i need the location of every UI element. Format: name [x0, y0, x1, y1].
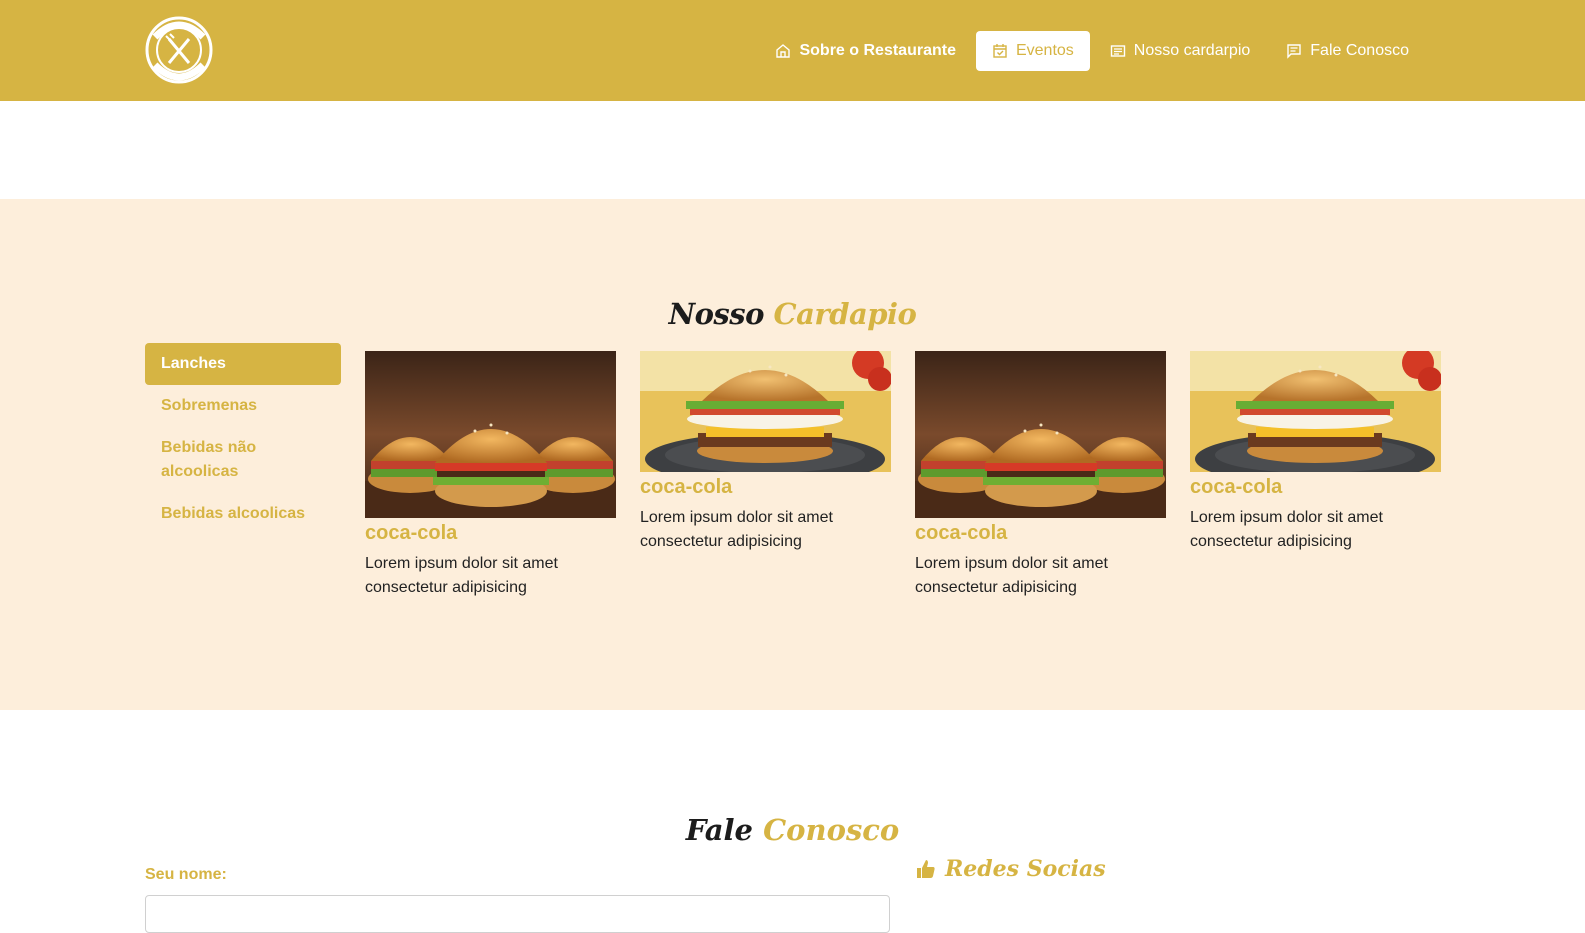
category-bebidas-alcoolicas[interactable]: Bebidas alcoolicas: [145, 493, 341, 535]
item-name: coca-cola: [365, 522, 458, 544]
name-field-label: Seu nome:: [145, 866, 227, 883]
nav-item-sobre[interactable]: Sobre o Restaurante: [759, 31, 971, 71]
burger-egg-image: [640, 351, 891, 472]
thumbs-up-icon: [917, 860, 935, 878]
menu-title: Nosso Cardapio: [668, 297, 917, 331]
category-sidebar: Lanches Sobremenas Bebidas não alcoolica…: [145, 343, 341, 535]
item-description: Lorem ipsum dolor sit amet consectetur a…: [365, 555, 558, 596]
nav-label: Eventos: [1015, 42, 1074, 59]
category-lanches[interactable]: Lanches: [145, 343, 341, 385]
main-nav: Sobre o Restaurante Eventos Nosso cardar…: [759, 31, 1425, 71]
message-icon: [1287, 44, 1301, 59]
calendar-icon: [993, 44, 1007, 58]
menu-section: Nosso Cardapio Lanches Sobremenas Bebida…: [0, 199, 1585, 710]
nav-item-eventos[interactable]: Eventos: [975, 31, 1090, 71]
menu-card[interactable]: coca-cola Lorem ipsum dolor sit amet con…: [1190, 351, 1441, 554]
list-icon: [1110, 45, 1125, 57]
social-title: Redes Socias: [945, 856, 1106, 882]
home-icon: [776, 44, 791, 58]
restaurant-logo[interactable]: [145, 15, 213, 85]
item-name: coca-cola: [1190, 476, 1283, 498]
burger-trio-image: [915, 351, 1166, 518]
nav-label: Nosso cardarpio: [1133, 42, 1251, 59]
name-input[interactable]: [145, 895, 890, 933]
burger-trio-image: [365, 351, 616, 518]
menu-card[interactable]: coca-cola Lorem ipsum dolor sit amet con…: [640, 351, 891, 554]
item-description: Lorem ipsum dolor sit amet consectetur a…: [1190, 509, 1383, 550]
item-name: coca-cola: [915, 522, 1008, 544]
nav-label: Fale Conosco: [1310, 42, 1409, 59]
category-bebidas-nao-alcoolicas[interactable]: Bebidas não alcoolicas: [145, 427, 315, 493]
contact-title: Fale Conosco: [685, 813, 900, 847]
item-description: Lorem ipsum dolor sit amet consectetur a…: [640, 509, 833, 550]
social-header: Redes Socias: [915, 856, 1106, 882]
item-description: Lorem ipsum dolor sit amet consectetur a…: [915, 555, 1108, 596]
site-header: Sobre o Restaurante Eventos Nosso cardar…: [0, 0, 1585, 101]
nav-item-fale-conosco[interactable]: Fale Conosco: [1270, 31, 1425, 71]
menu-card[interactable]: coca-cola Lorem ipsum dolor sit amet con…: [365, 351, 616, 600]
category-sobremesas[interactable]: Sobremenas: [145, 385, 341, 427]
burger-egg-image: [1190, 351, 1441, 472]
nav-label: Sobre o Restaurante: [799, 42, 956, 59]
menu-card[interactable]: coca-cola Lorem ipsum dolor sit amet con…: [915, 351, 1166, 600]
item-name: coca-cola: [640, 476, 733, 498]
nav-item-cardapio[interactable]: Nosso cardarpio: [1094, 31, 1267, 71]
